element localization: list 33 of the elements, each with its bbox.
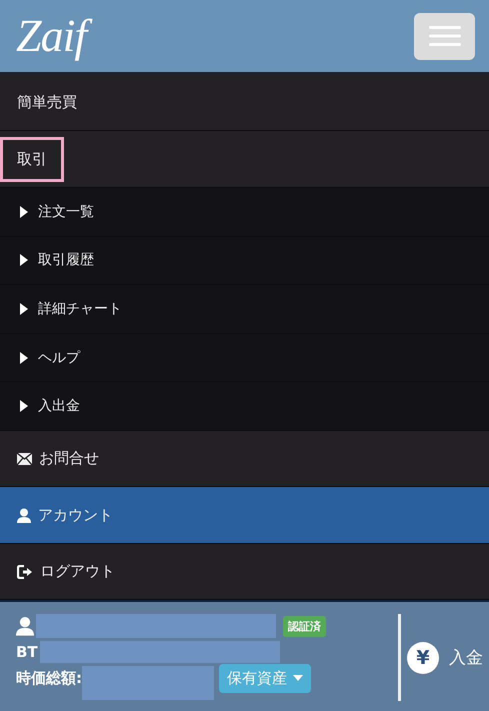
menu-label: ログアウト <box>40 562 115 582</box>
triangle-icon <box>20 302 28 315</box>
menu-item[interactable]: アカウント <box>0 487 489 544</box>
menu-label: 注文一覧 <box>38 202 94 221</box>
menu-label: アカウント <box>38 506 113 525</box>
menu-button[interactable] <box>414 12 475 60</box>
menu-item[interactable]: ヘルプ <box>0 334 489 382</box>
account-text: BT <box>16 643 38 662</box>
total-value-label: 時価総額: <box>16 668 82 688</box>
user-icon <box>17 508 31 523</box>
logout-icon <box>17 564 33 579</box>
menu-label: ヘルプ <box>38 348 80 367</box>
mail-icon <box>17 452 32 465</box>
triangle-icon <box>20 254 28 266</box>
user-icon <box>16 616 34 636</box>
menu-item[interactable]: 入出金 <box>0 382 489 431</box>
deposit-link[interactable]: 入金 <box>449 646 483 670</box>
triangle-icon <box>20 206 28 218</box>
menu-label: 入出金 <box>38 397 80 416</box>
triangle-icon <box>20 352 28 364</box>
yen-icon[interactable]: ¥ <box>407 642 439 674</box>
menu-item[interactable]: 取引履歴 <box>0 236 489 286</box>
triangle-icon <box>20 400 28 412</box>
menu-label: お問合せ <box>39 449 99 468</box>
menu-icon <box>428 25 460 47</box>
menu-item[interactable]: 詳細チャート <box>0 285 489 334</box>
menu-label: 詳細チャート <box>38 300 122 318</box>
menu-label: 取引履歴 <box>38 251 94 270</box>
verified-badge: 認証済 <box>283 616 326 637</box>
menu-label: 取引 <box>3 140 61 178</box>
caret-icon <box>293 675 303 682</box>
menu-item[interactable]: 注文一覧 <box>0 188 489 237</box>
menu-label: 簡単売買 <box>17 92 77 112</box>
